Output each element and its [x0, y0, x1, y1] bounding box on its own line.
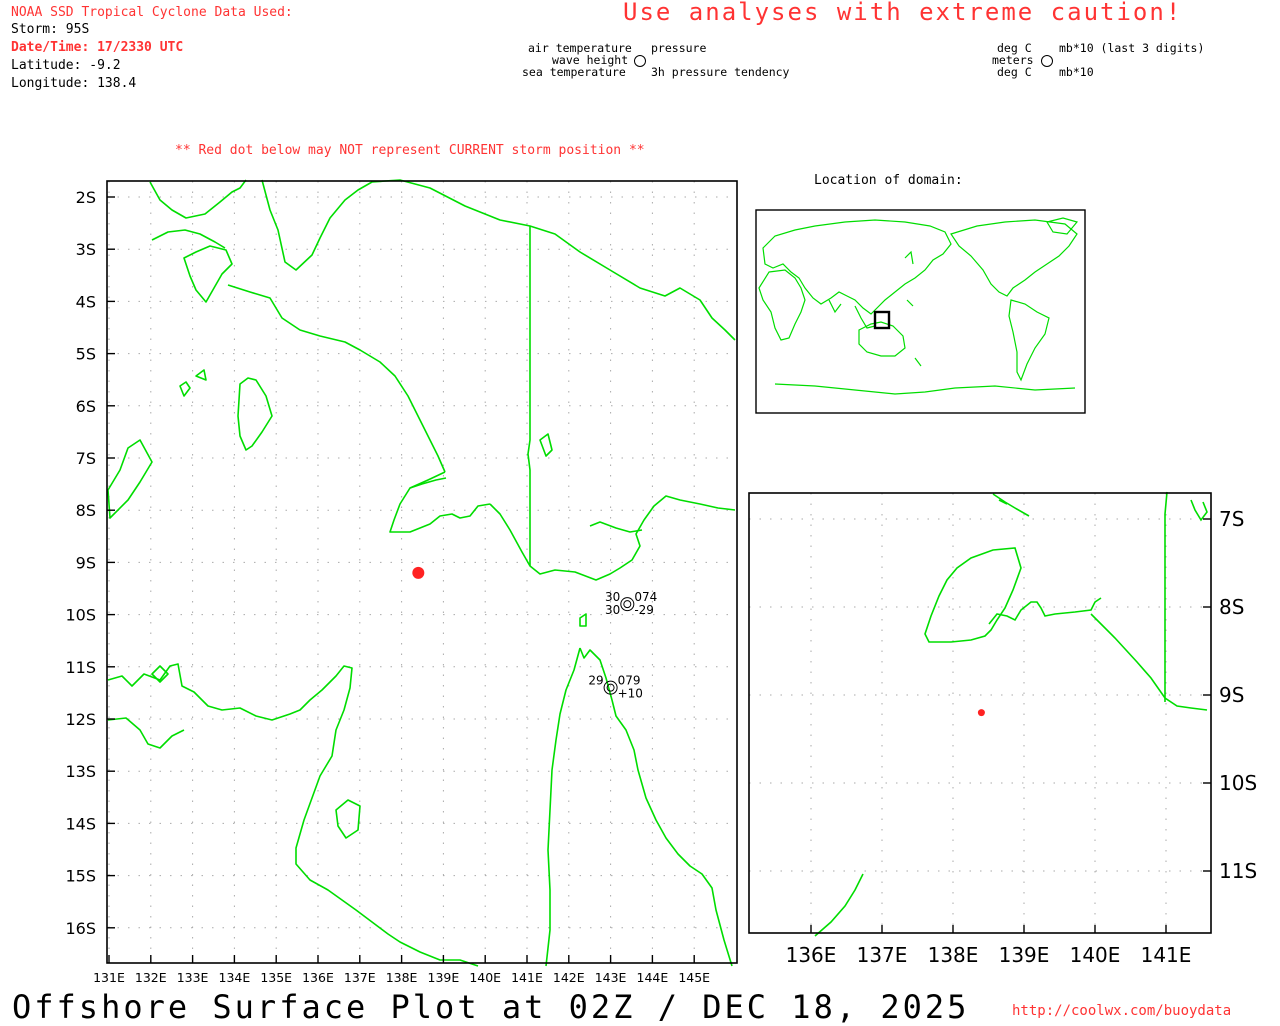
lon-label: 140E: [1070, 943, 1121, 967]
lat-label: 9S: [76, 553, 96, 572]
station-circle-icon: [634, 55, 646, 67]
storm-id: Storm: 95S: [11, 22, 90, 37]
lat-label: 15S: [65, 867, 96, 886]
caution-banner: Use analyses with extreme caution!: [623, 0, 1183, 26]
lon-label: 136E: [786, 943, 837, 967]
data-source-title: NOAA SSD Tropical Cyclone Data Used:: [11, 5, 293, 20]
lon-label: 138E: [386, 970, 418, 985]
lat-label: 11S: [65, 658, 96, 677]
lat-label: 13S: [65, 762, 96, 781]
lon-label: 137E: [857, 943, 908, 967]
station-plot: 29 079+10: [588, 674, 643, 701]
lat-label: 7S: [76, 449, 96, 468]
storm-position-marker: [412, 566, 425, 579]
station-plot: 30 074 30 -29: [605, 590, 657, 617]
lat-label: 12S: [65, 710, 96, 729]
lat-label: 10S: [1219, 771, 1257, 795]
station-sea-temp: 30: [605, 603, 620, 617]
station-pressure: 079: [618, 674, 641, 688]
station-air-temp: 29: [588, 674, 603, 688]
lat-label: 10S: [65, 606, 96, 625]
legend-unit-sea: deg C: [997, 65, 1032, 79]
lon-label: 135E: [260, 970, 292, 985]
zoom-storm-position-marker: [977, 709, 985, 717]
lat-label: 8S: [76, 501, 96, 520]
main-map: 2S 3S 4S 5S 6S 7S 8S 9S 10S 11S 12S 13S 14S 15S 16S 13…: [65, 179, 738, 985]
lon-label: 131E: [93, 970, 125, 985]
lon-label: 136E: [302, 970, 334, 985]
lat-label: 5S: [76, 345, 96, 364]
lon-label: 139E: [428, 970, 460, 985]
lat-label: 4S: [76, 292, 96, 311]
lat-label: 7S: [1219, 507, 1244, 531]
location-of-domain-label: Location of domain:: [814, 173, 963, 188]
legend-unit-pressure: mb*10 (last 3 digits): [1059, 41, 1205, 55]
station-pressure-tendency: -29: [634, 603, 654, 617]
lon-label: 139E: [999, 943, 1050, 967]
lon-label: 140E: [469, 970, 501, 985]
lat-label: 3S: [76, 240, 96, 259]
station-inner-circle-icon: [623, 600, 632, 609]
lon-label: 141E: [1141, 943, 1192, 967]
lon-label: 138E: [928, 943, 979, 967]
lat-label: 9S: [1219, 683, 1244, 707]
legend-unit-tendency: mb*10: [1059, 65, 1094, 79]
location-inset-map: [755, 209, 1086, 414]
lat-label: 8S: [1219, 595, 1244, 619]
legend-sea-temp: sea temperature: [522, 65, 626, 79]
storm-latitude: Latitude: -9.2: [11, 58, 121, 73]
lon-label: 134E: [219, 970, 251, 985]
lon-label: 144E: [637, 970, 669, 985]
source-url-link[interactable]: http://coolwx.com/buoydata: [1012, 1003, 1231, 1019]
lat-label: 11S: [1219, 859, 1257, 883]
zoom-map: 7S 8S 9S 10S 11S 136E 137E 138E 139E 140E 141E: [748, 491, 1257, 967]
legend-pressure-tendency: 3h pressure tendency: [651, 65, 790, 79]
main-map-lon-labels: 131E 132E 133E 134E 135E 136E 137E 138E 139E 140E…: [93, 955, 710, 985]
storm-datetime: Date/Time: 17/2330 UTC: [11, 40, 184, 55]
lon-label: 142E: [553, 970, 585, 985]
lat-label: 6S: [76, 397, 96, 416]
zoom-map-lon-labels: 136E 137E 138E 139E 140E 141E: [786, 925, 1192, 967]
legend-pressure: pressure: [651, 41, 707, 55]
lon-label: 141E: [511, 970, 543, 985]
lon-label: 145E: [678, 970, 710, 985]
zoom-map-coastlines: [924, 491, 1208, 711]
storm-position-warning: ** Red dot below may NOT represent CURRE…: [175, 143, 645, 158]
station-pressure: 074: [634, 590, 657, 604]
lat-label: 16S: [65, 919, 96, 938]
lat-label: 2S: [76, 188, 96, 207]
main-map-stations: 30 074 30 -29 29 079+10: [588, 590, 657, 701]
storm-longitude: Longitude: 138.4: [11, 76, 137, 91]
station-circle-icon: [1041, 55, 1053, 67]
plot-title: Offshore Surface Plot at 02Z / DEC 18, 2…: [12, 988, 970, 1026]
lon-label: 133E: [177, 970, 209, 985]
lat-label: 14S: [65, 814, 96, 833]
lon-label: 143E: [595, 970, 627, 985]
zoom-map-coastline-australia: [814, 873, 864, 937]
station-circle-icon: [620, 597, 635, 612]
lon-label: 137E: [344, 970, 376, 985]
lon-label: 132E: [135, 970, 167, 985]
station-pressure-tendency: +10: [618, 687, 643, 701]
station-air-temp: 30: [605, 590, 620, 604]
